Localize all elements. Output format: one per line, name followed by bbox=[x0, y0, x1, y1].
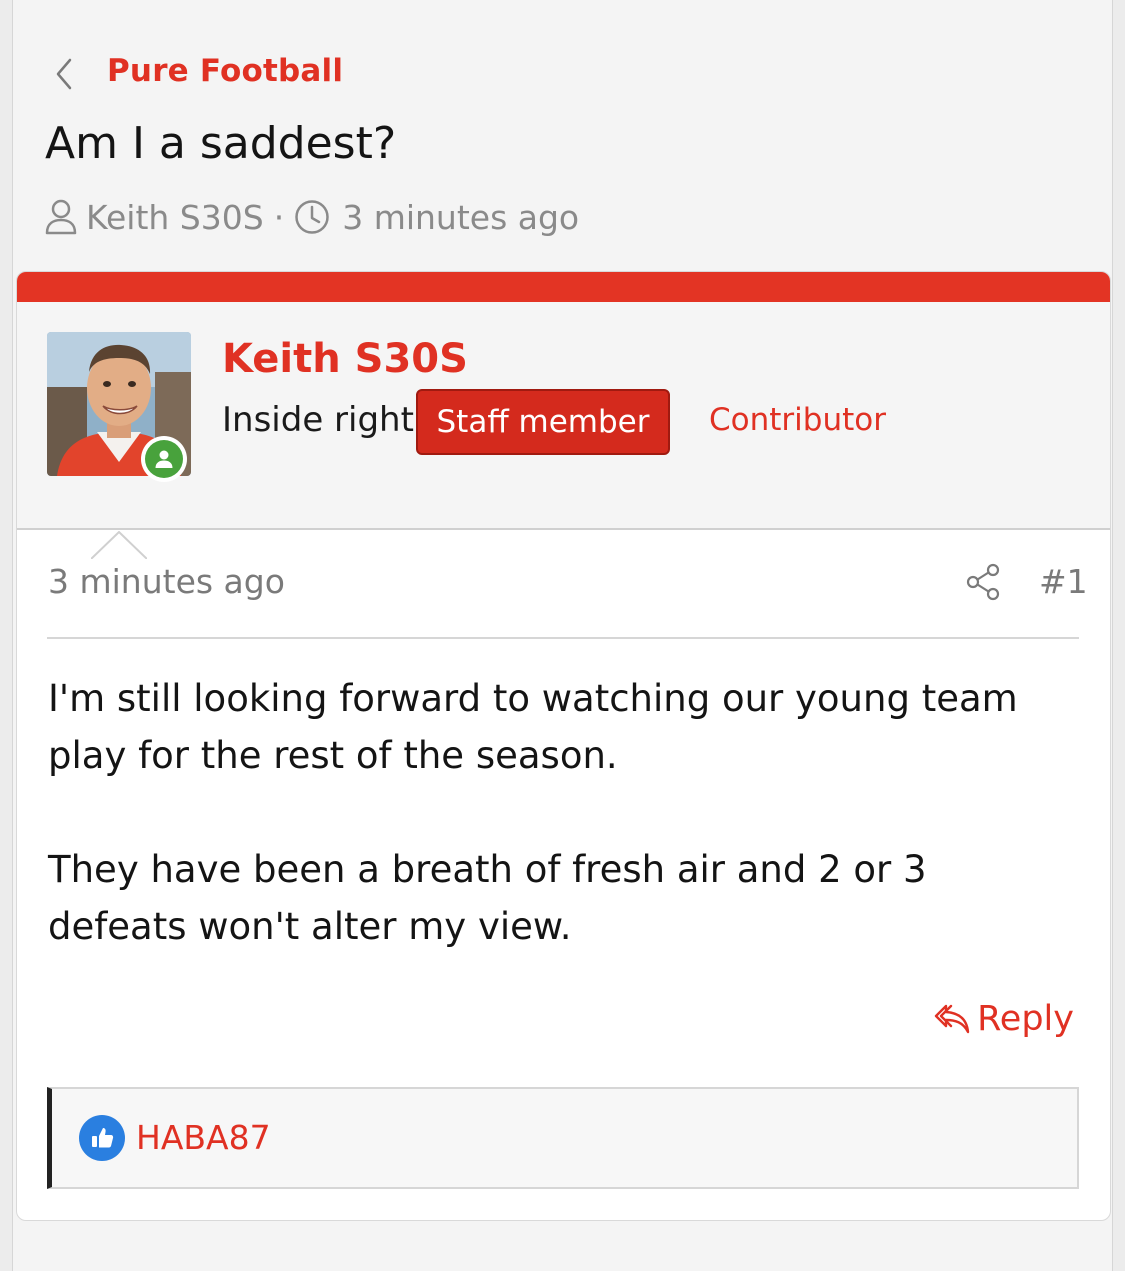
reply-label: Reply bbox=[977, 999, 1074, 1039]
user-icon bbox=[44, 198, 78, 236]
reply-button[interactable]: Reply bbox=[933, 999, 1074, 1039]
post-body: I'm still looking forward to watching ou… bbox=[48, 670, 1068, 1012]
thread-meta: Keith S30S · 3 minutes ago bbox=[44, 192, 579, 242]
post-paragraph: I'm still looking forward to watching ou… bbox=[48, 677, 1018, 777]
online-status-badge bbox=[141, 436, 187, 482]
reactions-bar: HABA87 bbox=[47, 1087, 1079, 1189]
share-icon[interactable] bbox=[964, 562, 1004, 602]
post-number-link[interactable]: #1 bbox=[1039, 562, 1088, 601]
page-title: Am I a saddest? bbox=[45, 118, 397, 169]
reply-arrow-icon bbox=[934, 1004, 970, 1034]
thread-time-link[interactable]: 3 minutes ago bbox=[342, 198, 579, 237]
thread-author-link[interactable]: Keith S30S bbox=[86, 198, 264, 237]
post-card: Keith S30S Inside right Staff member Con… bbox=[16, 271, 1111, 1221]
breadcrumb-link[interactable]: Pure Football bbox=[107, 53, 343, 89]
post-divider bbox=[47, 637, 1079, 639]
card-accent-bar bbox=[17, 272, 1110, 302]
meta-separator: · bbox=[273, 197, 285, 237]
post-paragraph: They have been a breath of fresh air and… bbox=[48, 848, 927, 948]
contributor-badge: Contributor bbox=[709, 402, 886, 438]
back-button[interactable] bbox=[50, 52, 78, 96]
user-title: Inside right bbox=[222, 400, 414, 440]
staff-member-badge: Staff member bbox=[416, 389, 670, 455]
reaction-user-link[interactable]: HABA87 bbox=[136, 1118, 271, 1157]
clock-icon bbox=[294, 199, 330, 235]
post-user-block: Keith S30S Inside right Staff member Con… bbox=[17, 302, 1110, 559]
thumbs-up-icon bbox=[79, 1115, 125, 1161]
chevron-left-icon bbox=[50, 54, 78, 94]
post-username-link[interactable]: Keith S30S bbox=[222, 336, 468, 382]
post-time-link[interactable]: 3 minutes ago bbox=[48, 562, 285, 601]
online-user-icon bbox=[145, 440, 183, 478]
user-block-pointer bbox=[91, 531, 147, 559]
